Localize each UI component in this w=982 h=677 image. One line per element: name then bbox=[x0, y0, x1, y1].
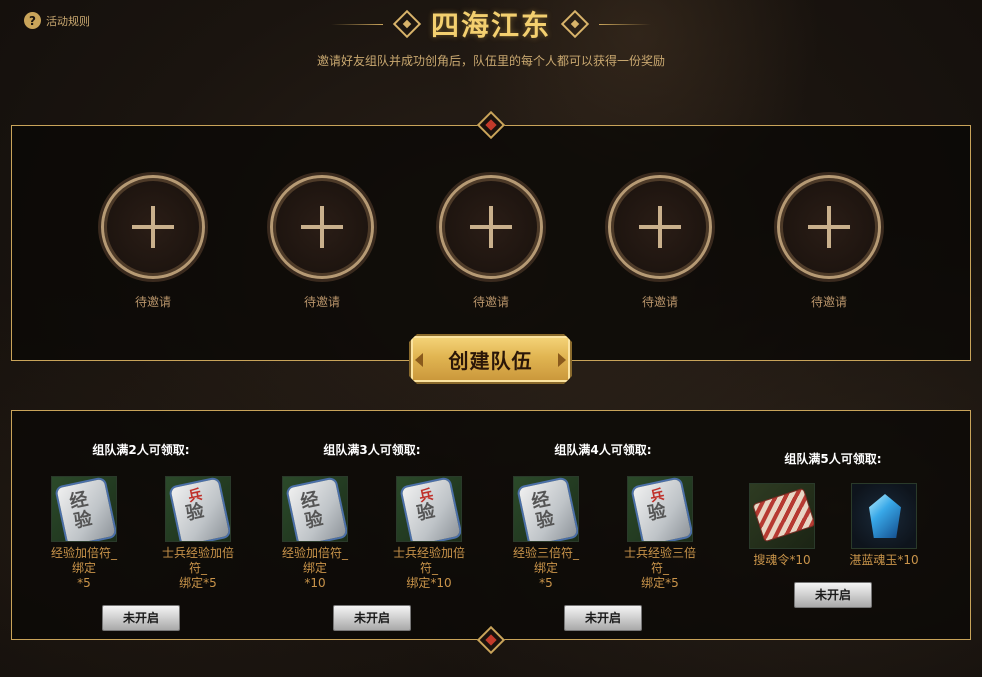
claim-button[interactable]: 未开启 bbox=[564, 605, 642, 631]
tag-glyph: 验 bbox=[414, 500, 437, 525]
title-line-left bbox=[330, 23, 383, 25]
reward-item: 湛蓝魂玉*10 bbox=[848, 483, 920, 568]
reward-item-name: 湛蓝魂玉*10 bbox=[849, 553, 919, 567]
team-slot[interactable]: 待邀请 bbox=[267, 175, 377, 310]
reward-item-name: 经验三倍符_绑定 *5 bbox=[510, 546, 582, 591]
reward-group-title: 组队满3人可领取: bbox=[323, 443, 421, 457]
arrow-left-icon bbox=[415, 353, 423, 367]
reward-item: 兵 验 士兵经验加倍符_ 绑定*5 bbox=[162, 476, 234, 591]
reward-item-name: 搜魂令*10 bbox=[753, 553, 811, 567]
reward-item: 搜魂令*10 bbox=[746, 483, 818, 568]
team-slot[interactable]: 待邀请 bbox=[774, 175, 884, 310]
invite-slot-button[interactable] bbox=[777, 175, 881, 279]
invite-slot-button[interactable] bbox=[270, 175, 374, 279]
reward-name-line2: *5 bbox=[539, 576, 553, 590]
soldier-exp-tag-icon: 兵 验 bbox=[627, 476, 693, 542]
diamond-ornament-icon bbox=[560, 9, 590, 39]
reward-group-title: 组队满4人可领取: bbox=[554, 443, 652, 457]
invite-slot-button[interactable] bbox=[439, 175, 543, 279]
reward-item-name: 士兵经验加倍符_ 绑定*10 bbox=[393, 546, 465, 591]
reward-name-line1: 士兵经验加倍符_ bbox=[393, 546, 466, 575]
team-slot[interactable]: 待邀请 bbox=[605, 175, 715, 310]
claim-button[interactable]: 未开启 bbox=[333, 605, 411, 631]
team-slot[interactable]: 待邀请 bbox=[98, 175, 208, 310]
reward-group: 组队满3人可领取: 经验 经验加倍符_绑定 *10 兵 验 士兵经验加倍符_ 绑定*… bbox=[267, 441, 477, 631]
slot-status: 待邀请 bbox=[810, 295, 847, 309]
reward-item-name: 士兵经验加倍符_ 绑定*5 bbox=[162, 546, 234, 591]
tag-glyph: 验 bbox=[183, 500, 206, 525]
reward-item: 经验 经验加倍符_绑定 *5 bbox=[48, 476, 120, 591]
claim-button[interactable]: 未开启 bbox=[102, 605, 180, 631]
reward-name-line2: *5 bbox=[77, 576, 91, 590]
slot-status: 待邀请 bbox=[641, 295, 678, 309]
exp-tag-icon: 经验 bbox=[282, 476, 348, 542]
plus-icon-bar bbox=[827, 206, 831, 248]
exp-tag-icon: 经验 bbox=[51, 476, 117, 542]
scroll-shape bbox=[753, 488, 814, 542]
slot-status: 待邀请 bbox=[134, 295, 171, 309]
reward-name-line2: 绑定*10 bbox=[406, 576, 452, 590]
reward-group: 组队满5人可领取: 搜魂令*10 湛蓝魂玉*10 未开启 bbox=[733, 450, 933, 608]
reward-name-line1: 经验三倍符_绑定 bbox=[512, 546, 579, 575]
scroll-token-icon bbox=[749, 483, 815, 549]
slot-status: 待邀请 bbox=[472, 295, 509, 309]
slot-status: 待邀请 bbox=[303, 295, 340, 309]
plus-icon-bar bbox=[151, 206, 155, 248]
reward-name-line2: 绑定*5 bbox=[179, 576, 217, 590]
page-subtitle: 邀请好友组队并成功创角后，队伍里的每个人都可以获得一份奖励 bbox=[316, 54, 665, 68]
reward-item: 经验 经验加倍符_绑定 *10 bbox=[279, 476, 351, 591]
crystal-shape bbox=[869, 494, 901, 538]
plus-icon-bar bbox=[658, 206, 662, 248]
reward-group: 组队满2人可领取: 经验 经验加倍符_绑定 *5 兵 验 士兵经验加倍符_ 绑定*5… bbox=[36, 441, 246, 631]
soldier-exp-tag-icon: 兵 验 bbox=[165, 476, 231, 542]
title-banner: 四海江东 bbox=[0, 4, 982, 44]
claim-button[interactable]: 未开启 bbox=[794, 582, 872, 608]
tag-glyph: 验 bbox=[645, 500, 668, 525]
plus-icon-bar bbox=[489, 206, 493, 248]
soldier-exp-tag-icon: 兵 验 bbox=[396, 476, 462, 542]
reward-item-name: 经验加倍符_绑定 *10 bbox=[279, 546, 351, 591]
arrow-right-icon bbox=[558, 353, 566, 367]
reward-item: 兵 验 士兵经验三倍符_ 绑定*5 bbox=[624, 476, 696, 591]
reward-item-name: 经验加倍符_绑定 *5 bbox=[48, 546, 120, 591]
plus-icon-bar bbox=[320, 206, 324, 248]
reward-name-line1: 士兵经验加倍符_ bbox=[162, 546, 235, 575]
reward-item-name: 士兵经验三倍符_ 绑定*5 bbox=[624, 546, 696, 591]
blue-gem-icon bbox=[851, 483, 917, 549]
reward-item: 兵 验 士兵经验加倍符_ 绑定*10 bbox=[393, 476, 465, 591]
invite-slot-button[interactable] bbox=[608, 175, 712, 279]
title-line-right bbox=[599, 23, 651, 25]
reward-name-line2: 绑定*5 bbox=[641, 576, 679, 590]
reward-name-line1: 经验加倍符_绑定 bbox=[281, 546, 348, 575]
reward-name-line1: 士兵经验三倍符_ bbox=[624, 546, 697, 575]
invite-slot-button[interactable] bbox=[101, 175, 205, 279]
exp-tag-icon: 经验 bbox=[513, 476, 579, 542]
page-title: 四海江东 bbox=[430, 9, 551, 42]
reward-name-line1: 经验加倍符_绑定 bbox=[50, 546, 117, 575]
diamond-ornament-icon bbox=[392, 9, 422, 39]
reward-name-line2: *10 bbox=[304, 576, 326, 590]
reward-group: 组队满4人可领取: 经验 经验三倍符_绑定 *5 兵 验 士兵经验三倍符_ 绑定*5… bbox=[498, 441, 708, 631]
team-slot[interactable]: 待邀请 bbox=[436, 175, 546, 310]
create-team-label: 创建队伍 bbox=[448, 348, 533, 373]
reward-group-title: 组队满5人可领取: bbox=[784, 452, 882, 466]
create-team-button[interactable]: 创建队伍 bbox=[409, 334, 572, 384]
reward-item: 经验 经验三倍符_绑定 *5 bbox=[510, 476, 582, 591]
reward-group-title: 组队满2人可领取: bbox=[92, 443, 190, 457]
